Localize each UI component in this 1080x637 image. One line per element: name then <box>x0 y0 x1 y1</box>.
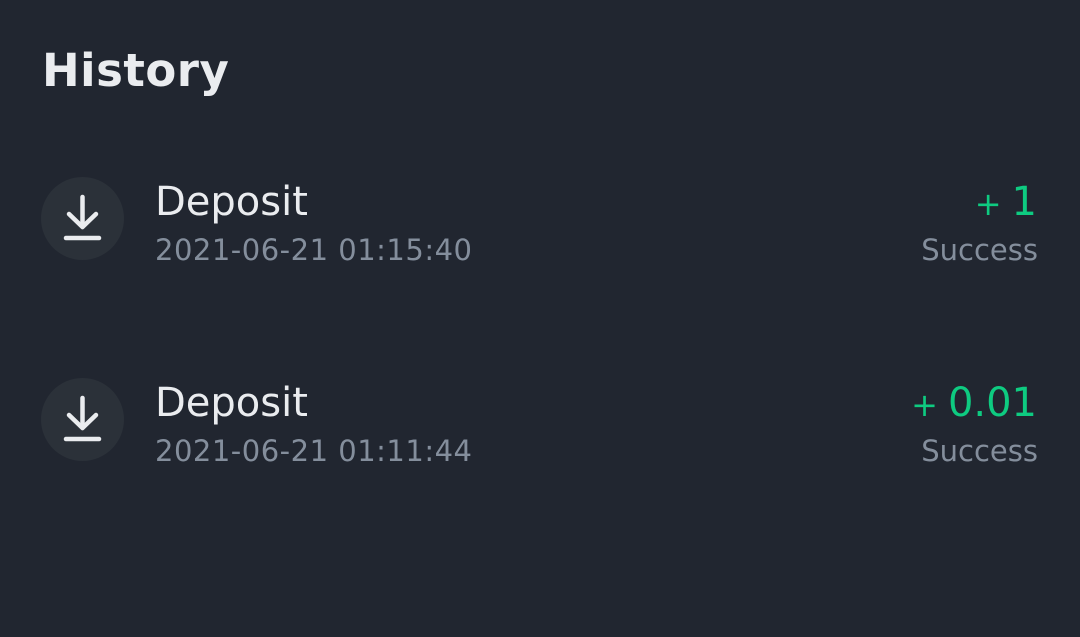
transaction-status: Success <box>921 233 1038 267</box>
history-item[interactable]: Deposit 2021-06-21 01:15:40 +1 Success <box>0 158 1080 278</box>
amount-sign: + <box>911 386 938 424</box>
transaction-timestamp: 2021-06-21 01:11:44 <box>155 434 473 468</box>
amount-value: 0.01 <box>947 380 1037 426</box>
transaction-type: Deposit <box>155 179 308 225</box>
transaction-timestamp: 2021-06-21 01:15:40 <box>155 233 473 267</box>
download-icon <box>63 395 102 442</box>
amount-value: 1 <box>1011 179 1037 225</box>
deposit-icon-badge <box>41 378 124 461</box>
history-list: Deposit 2021-06-21 01:15:40 +1 Success D… <box>0 0 1080 637</box>
transaction-status: Success <box>921 434 1038 468</box>
download-icon <box>63 194 102 241</box>
transaction-amount: +0.01 <box>911 377 1037 431</box>
amount-sign: + <box>974 185 1002 223</box>
deposit-icon-badge <box>41 177 124 260</box>
history-item[interactable]: Deposit 2021-06-21 01:11:44 +0.01 Succes… <box>0 359 1080 479</box>
transaction-type: Deposit <box>155 380 308 426</box>
transaction-amount: +1 <box>975 176 1037 230</box>
